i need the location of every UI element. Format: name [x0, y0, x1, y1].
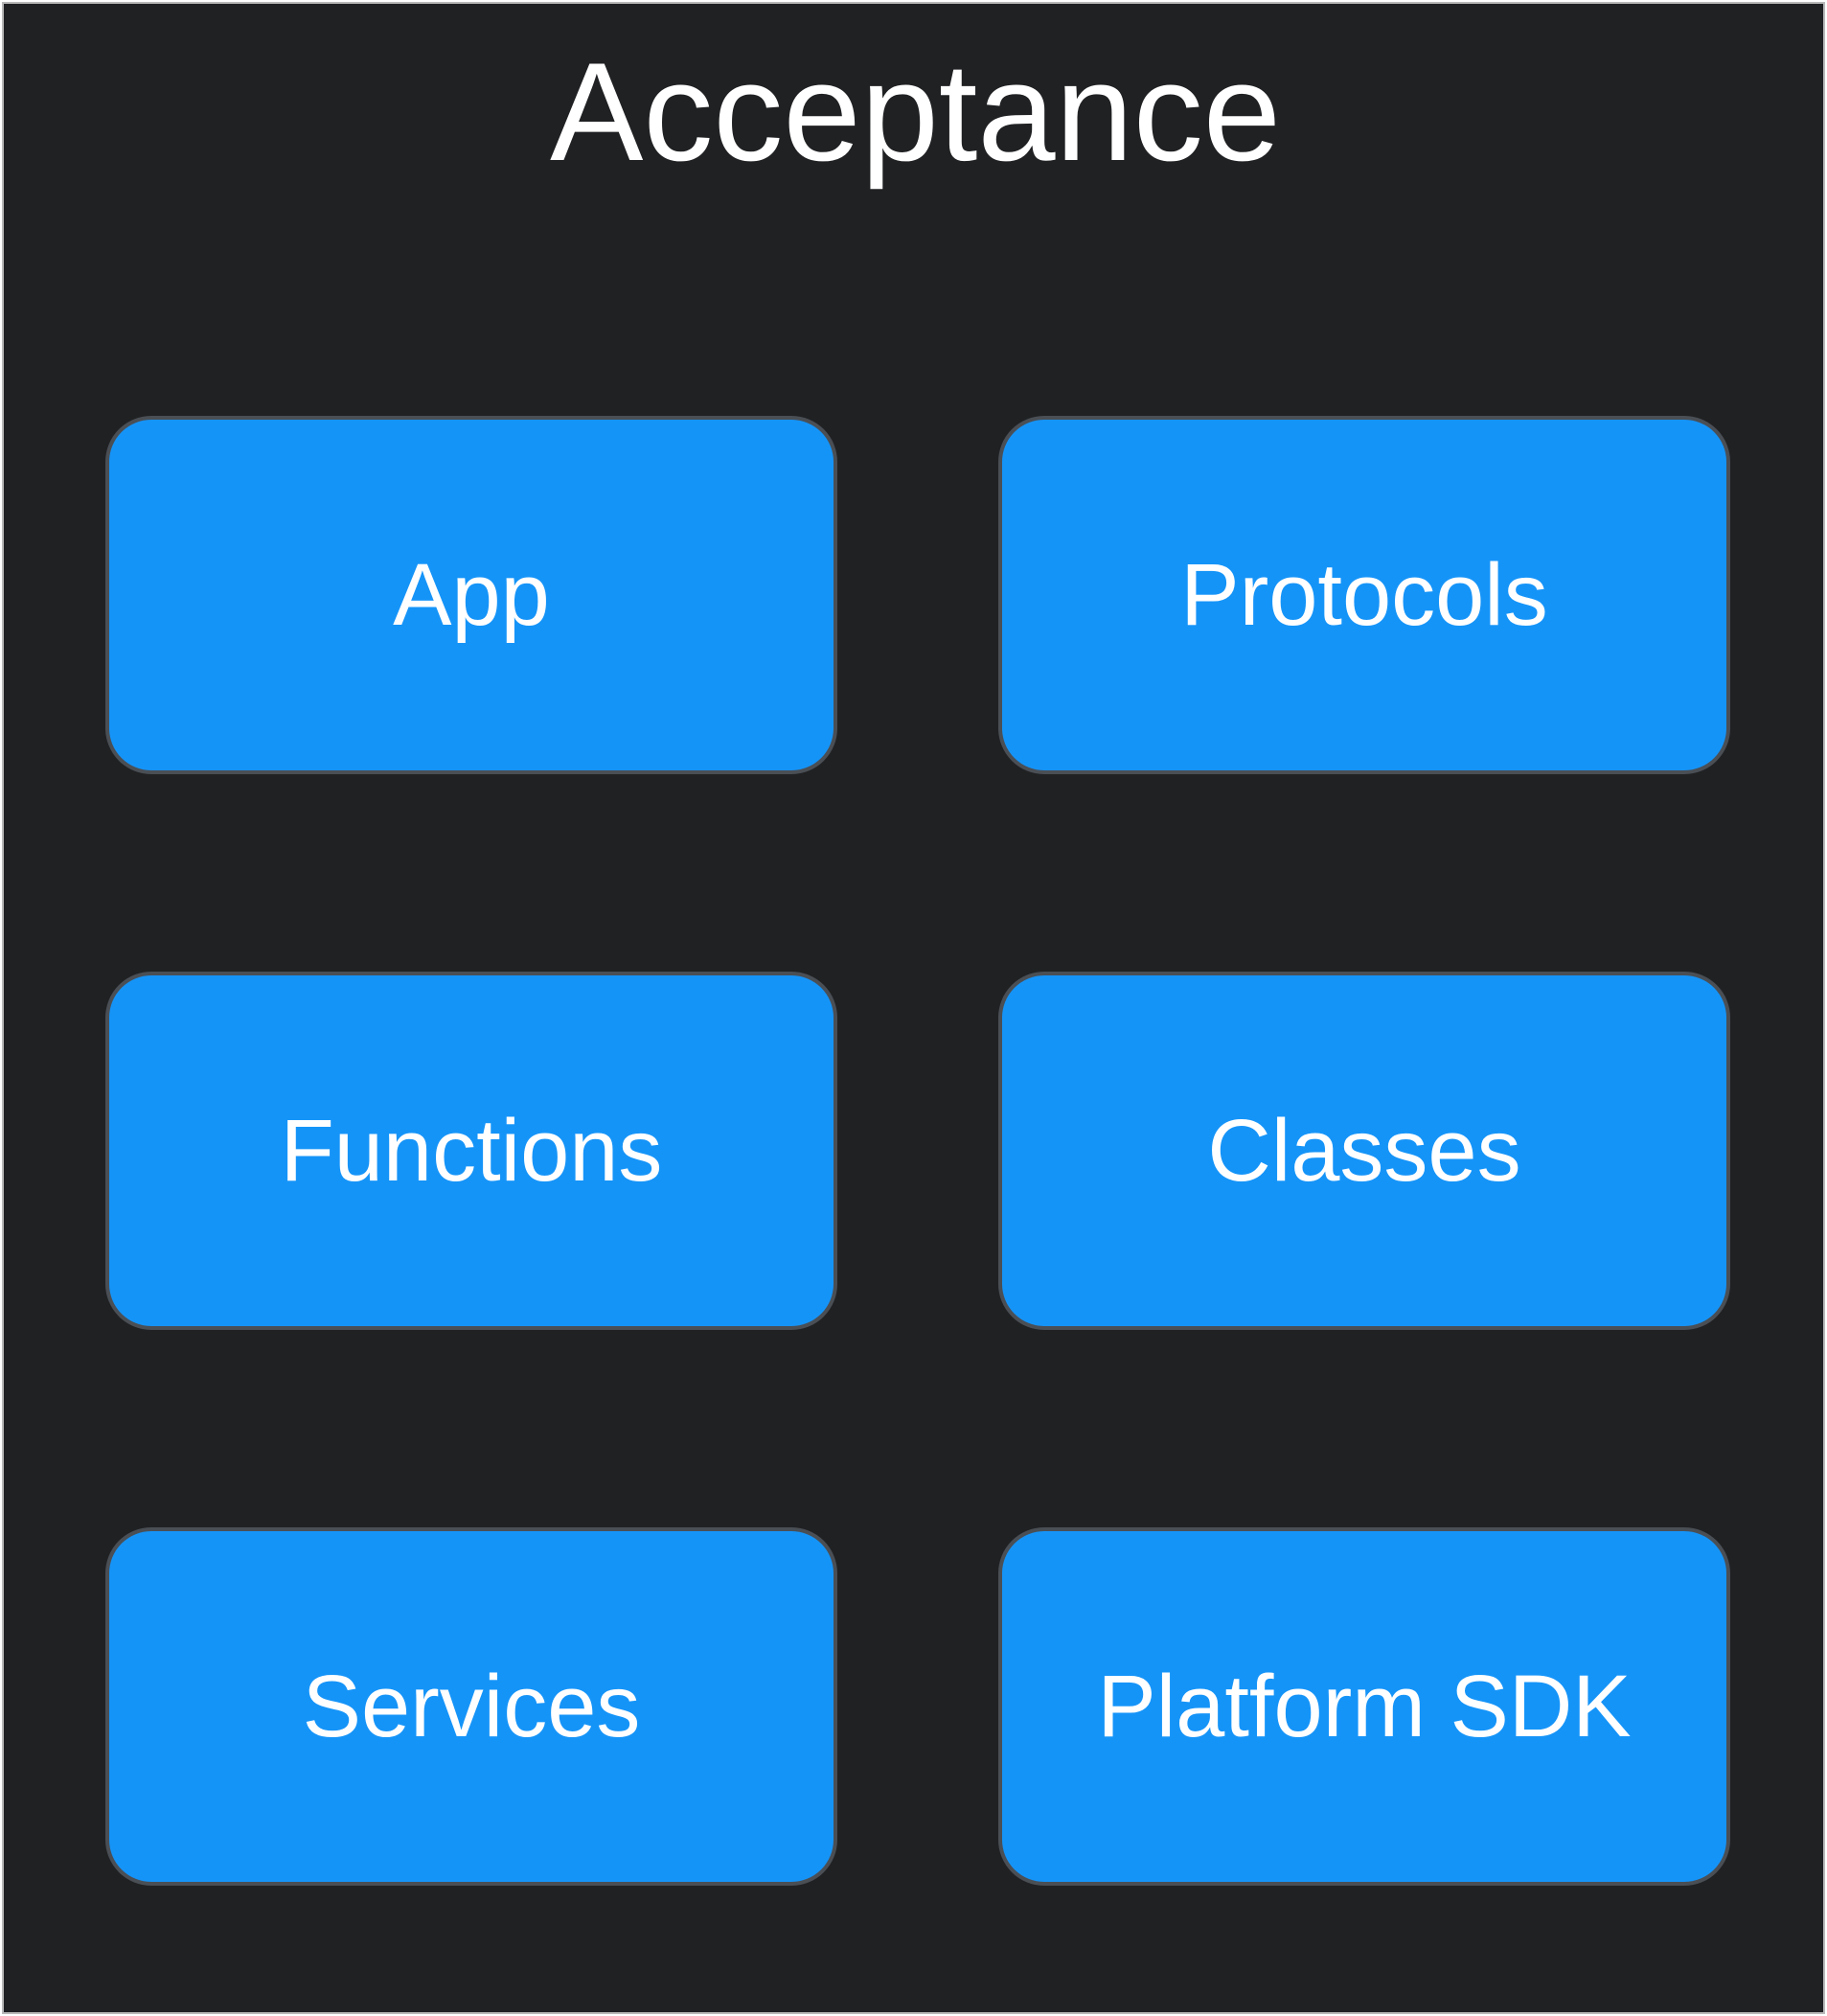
box-label: Platform SDK — [1097, 1657, 1632, 1755]
box-protocols: Protocols — [998, 416, 1730, 774]
box-platform-sdk: Platform SDK — [998, 1527, 1730, 1886]
box-label: Classes — [1207, 1101, 1521, 1200]
diagram-title: Acceptance — [550, 34, 1281, 190]
box-label: Functions — [280, 1101, 663, 1200]
box-label: Services — [302, 1657, 641, 1755]
box-label: App — [393, 545, 550, 644]
box-app: App — [105, 416, 837, 774]
box-label: Protocols — [1180, 545, 1548, 644]
acceptance-container: Acceptance App Protocols Functions Class… — [2, 2, 1825, 2014]
box-classes: Classes — [998, 972, 1730, 1330]
box-services: Services — [105, 1527, 837, 1886]
box-functions: Functions — [105, 972, 837, 1330]
